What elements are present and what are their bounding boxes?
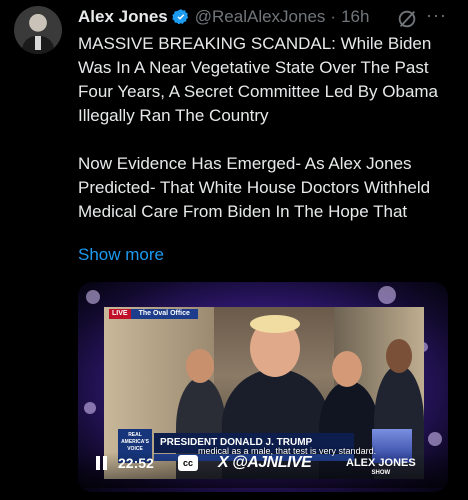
- user-handle[interactable]: @RealAlexJones: [195, 7, 326, 27]
- tweet-text: MASSIVE BREAKING SCANDAL: While Biden Wa…: [78, 32, 450, 224]
- watermark-brand: X @AJNLIVE: [218, 454, 312, 471]
- verified-badge-icon: [172, 9, 188, 25]
- avatar-shirt: [35, 36, 41, 50]
- show-more-link[interactable]: Show more: [78, 245, 164, 265]
- closed-captions-icon[interactable]: cc: [178, 455, 198, 471]
- pause-icon[interactable]: [96, 456, 108, 470]
- separator-dot: ·: [330, 7, 337, 26]
- tweet-paragraph-2: Now Evidence Has Emerged- As Alex Jones …: [78, 154, 431, 221]
- grok-icon[interactable]: [396, 8, 418, 30]
- live-label: LIVE: [109, 309, 131, 319]
- live-banner: LIVE The Oval Office: [109, 309, 198, 319]
- display-name[interactable]: Alex Jones: [78, 7, 168, 27]
- tweet-paragraph-1: MASSIVE BREAKING SCANDAL: While Biden Wa…: [78, 34, 439, 125]
- video-player[interactable]: LIVE The Oval Office REAL AMERICA'S VOIC…: [78, 282, 448, 492]
- more-options-icon[interactable]: ···: [426, 6, 448, 26]
- avatar[interactable]: [14, 6, 62, 54]
- video-time: 22:52: [118, 455, 154, 471]
- tweet-header: Alex Jones @RealAlexJones · 16h: [78, 6, 369, 28]
- tweet-age[interactable]: 16h: [341, 7, 369, 27]
- show-sub: SHOW: [371, 470, 391, 476]
- show-logo: ALEX JONES SHOW: [346, 458, 416, 478]
- location-label: The Oval Office: [130, 309, 198, 319]
